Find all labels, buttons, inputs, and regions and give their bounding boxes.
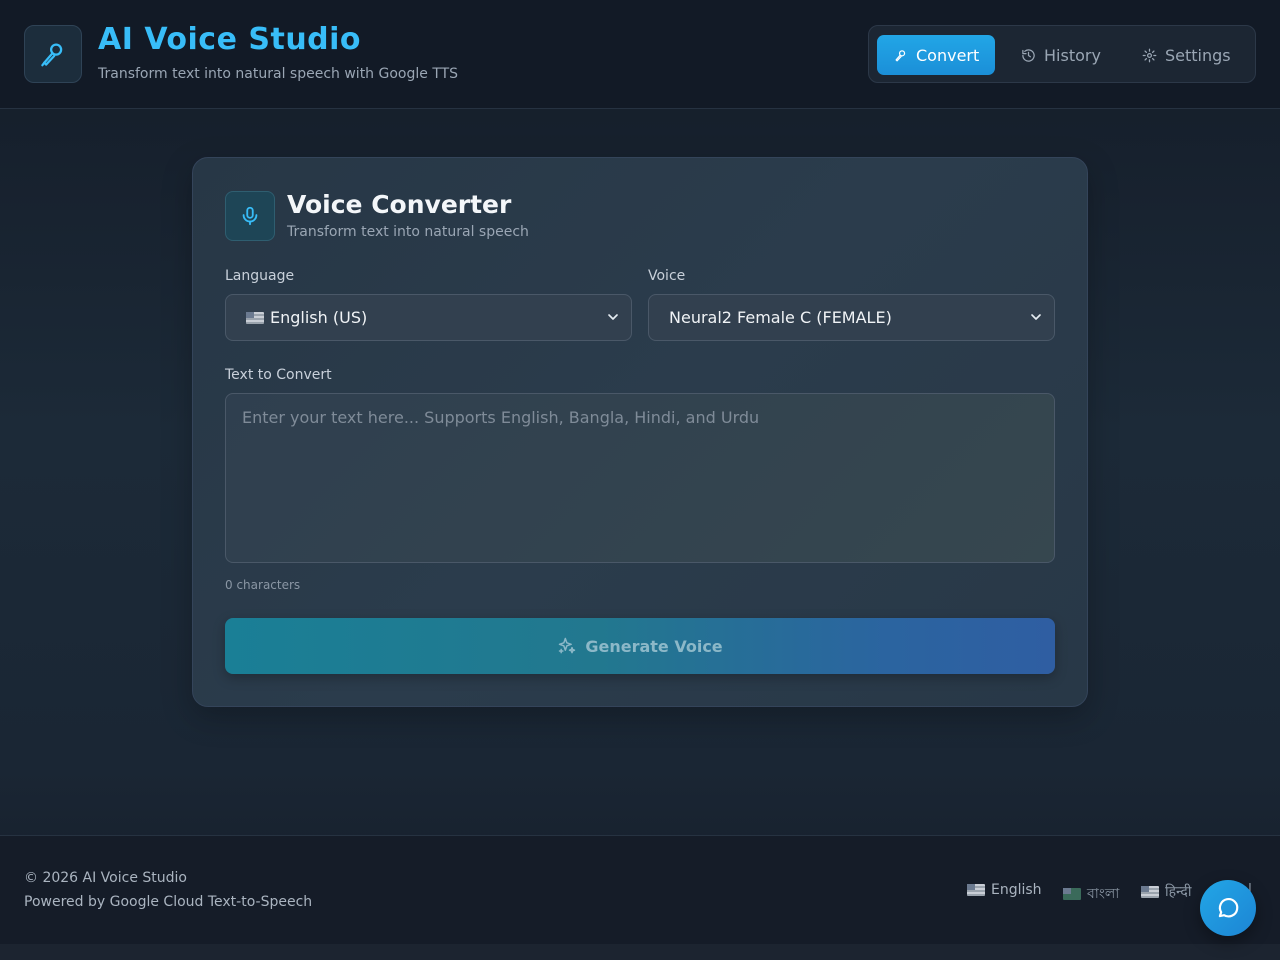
footer-bottom-strip (0, 944, 1280, 960)
app-title: AI Voice Studio (98, 22, 362, 57)
chat-bubble-icon (1218, 898, 1239, 918)
voice-select[interactable]: Neural2 Female C (FEMALE) (648, 294, 1055, 341)
nav-history-button[interactable]: History (1005, 35, 1117, 75)
voice-converter-card: Voice Converter Transform text into natu… (192, 157, 1088, 707)
card-icon (225, 191, 275, 241)
footer-lang-hindi[interactable]: हिन्दी (1141, 882, 1191, 901)
app-header: AI Voice Studio Transform text into natu… (0, 0, 1280, 109)
powered-by-text: Powered by Google Cloud Text-to-Speech (24, 894, 313, 910)
logo (24, 25, 82, 83)
nav-settings-label: Settings (1165, 45, 1231, 65)
generate-voice-label: Generate Voice (585, 636, 723, 656)
nav-settings-button[interactable]: Settings (1126, 35, 1247, 75)
voice-select-value: Neural2 Female C (FEMALE) (669, 308, 892, 327)
us-flag-icon (967, 884, 985, 896)
microphone-icon (242, 206, 258, 226)
mic-icon (41, 43, 63, 67)
footer-lang-hindi-label: हिन्दी (1165, 884, 1192, 900)
character-count: 0 characters (225, 578, 301, 592)
us-flag-icon (246, 311, 264, 324)
language-select-value: English (US) (270, 308, 368, 327)
voice-label: Voice (648, 268, 686, 284)
app-subtitle: Transform text into natural speech with … (98, 66, 459, 82)
footer-lang-english[interactable]: English (967, 882, 1042, 898)
text-label: Text to Convert (225, 367, 332, 383)
text-input-placeholder: Enter your text here... Supports English… (242, 408, 760, 427)
text-input[interactable]: Enter your text here... Supports English… (225, 393, 1055, 563)
footer-lang-english-label: English (991, 882, 1042, 898)
nav-convert-button[interactable]: Convert (877, 35, 996, 75)
footer-lang-bangla-label: বাংলা (1087, 886, 1120, 902)
card-title: Voice Converter (287, 190, 512, 219)
card-subtitle: Transform text into natural speech (287, 224, 529, 240)
nav-convert-label: Convert (916, 45, 980, 65)
bd-flag-icon (1063, 888, 1081, 900)
in-flag-icon (1141, 885, 1159, 898)
language-select[interactable]: English (US) (225, 294, 632, 341)
chevron-down-icon (608, 314, 618, 320)
mic-icon (895, 49, 906, 61)
copyright-text: © 2026 AI Voice Studio (24, 870, 187, 886)
language-label: Language (225, 268, 295, 284)
main-nav: Convert History Settings (868, 25, 1256, 83)
app-footer: © 2026 AI Voice Studio Powered by Google… (0, 835, 1280, 944)
sparkles-icon (559, 637, 576, 654)
footer-lang-bangla[interactable]: বাংলা (1063, 882, 1119, 906)
nav-history-label: History (1044, 45, 1101, 65)
generate-voice-button[interactable]: Generate Voice (225, 618, 1055, 674)
chevron-down-icon (1031, 314, 1041, 320)
chat-button[interactable] (1200, 880, 1256, 936)
history-icon (1022, 48, 1035, 62)
gear-icon (1142, 48, 1157, 62)
